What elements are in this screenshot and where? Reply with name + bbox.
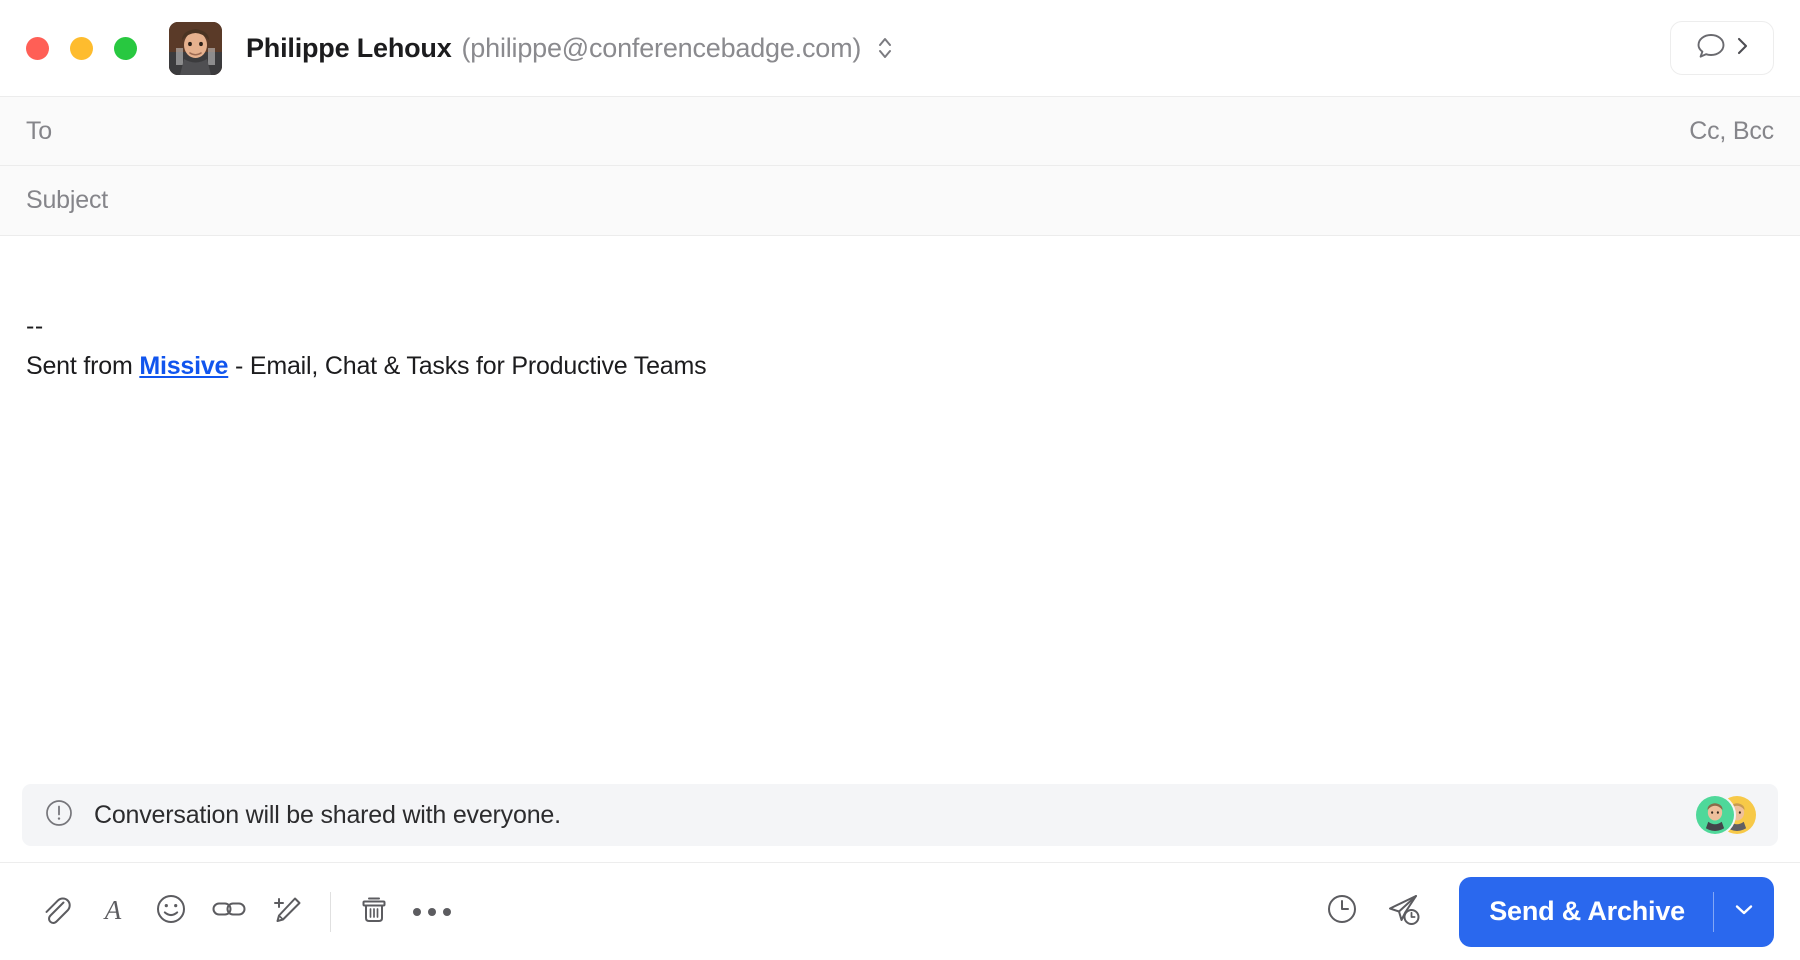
clock-icon	[1322, 889, 1362, 934]
send-and-archive-button[interactable]: Send & Archive	[1459, 876, 1774, 947]
text-format-button[interactable]: A	[84, 883, 142, 941]
insert-link-button[interactable]	[200, 883, 258, 941]
sharing-notice: Conversation will be shared with everyon…	[22, 784, 1778, 846]
paperclip-icon	[36, 890, 74, 933]
font-a-icon: A	[94, 890, 132, 933]
send-later-button[interactable]	[1375, 883, 1433, 941]
sender-name: Philippe Lehoux	[246, 32, 452, 63]
cc-bcc-toggle[interactable]: Cc, Bcc	[1689, 117, 1774, 146]
more-options-button[interactable]	[403, 883, 461, 941]
participant-avatars	[1696, 795, 1760, 835]
trash-icon	[355, 890, 393, 933]
chevron-right-icon	[1734, 32, 1750, 65]
chevron-down-icon	[1731, 899, 1757, 924]
subject-field-row[interactable]: Subject	[0, 166, 1800, 236]
missive-link[interactable]: Missive	[139, 352, 228, 380]
send-options-dropdown[interactable]	[1714, 877, 1774, 947]
compose-toolbar: A Send & Archive	[0, 862, 1800, 960]
sender-email: (philippe@conferencebadge.com)	[461, 32, 862, 63]
window-maximize-button[interactable]	[114, 36, 137, 60]
smiley-icon	[152, 890, 190, 933]
subject-field-placeholder: Subject	[26, 186, 108, 214]
signature-line: Sent from Missive - Email, Chat & Tasks …	[26, 346, 1774, 386]
participant-avatar-1	[1696, 796, 1734, 834]
attach-file-button[interactable]	[26, 883, 84, 941]
send-later-icon	[1383, 889, 1425, 934]
sender-avatar	[169, 21, 222, 75]
signature-separator: --	[26, 312, 44, 340]
window-controls	[26, 36, 137, 60]
window-minimize-button[interactable]	[70, 36, 93, 60]
schedule-button[interactable]	[1313, 883, 1371, 941]
toolbar-divider	[330, 891, 331, 932]
pencil-plus-icon	[268, 890, 306, 933]
send-and-archive-label: Send & Archive	[1489, 896, 1685, 926]
toolbar-right-group: Send & Archive	[1313, 876, 1774, 947]
signature-prefix: Sent from	[26, 352, 140, 380]
ellipsis-icon	[413, 907, 451, 916]
chevron-up-down-icon[interactable]	[875, 31, 895, 65]
signature-button[interactable]	[258, 883, 316, 941]
svg-text:A: A	[103, 895, 122, 925]
exclamation-circle-icon	[44, 798, 74, 833]
to-field-placeholder: To	[26, 116, 53, 145]
link-icon	[209, 890, 249, 933]
delete-draft-button[interactable]	[345, 883, 403, 941]
sharing-notice-text: Conversation will be shared with everyon…	[94, 800, 561, 829]
chat-bubble-icon	[1694, 29, 1728, 68]
emoji-button[interactable]	[142, 883, 200, 941]
message-body-editor[interactable]: -- Sent from Missive - Email, Chat & Tas…	[0, 236, 1800, 784]
header-right-actions	[1670, 21, 1774, 75]
to-field-row[interactable]: To Cc, Bcc	[0, 96, 1800, 166]
signature-suffix: - Email, Chat & Tasks for Productive Tea…	[228, 352, 707, 380]
notice-container: Conversation will be shared with everyon…	[0, 784, 1800, 862]
compose-header: Philippe Lehoux (philippe@conferencebadg…	[0, 0, 1800, 96]
window-close-button[interactable]	[26, 36, 49, 60]
open-chat-button[interactable]	[1670, 21, 1774, 75]
compose-window: Philippe Lehoux (philippe@conferencebadg…	[0, 0, 1800, 960]
